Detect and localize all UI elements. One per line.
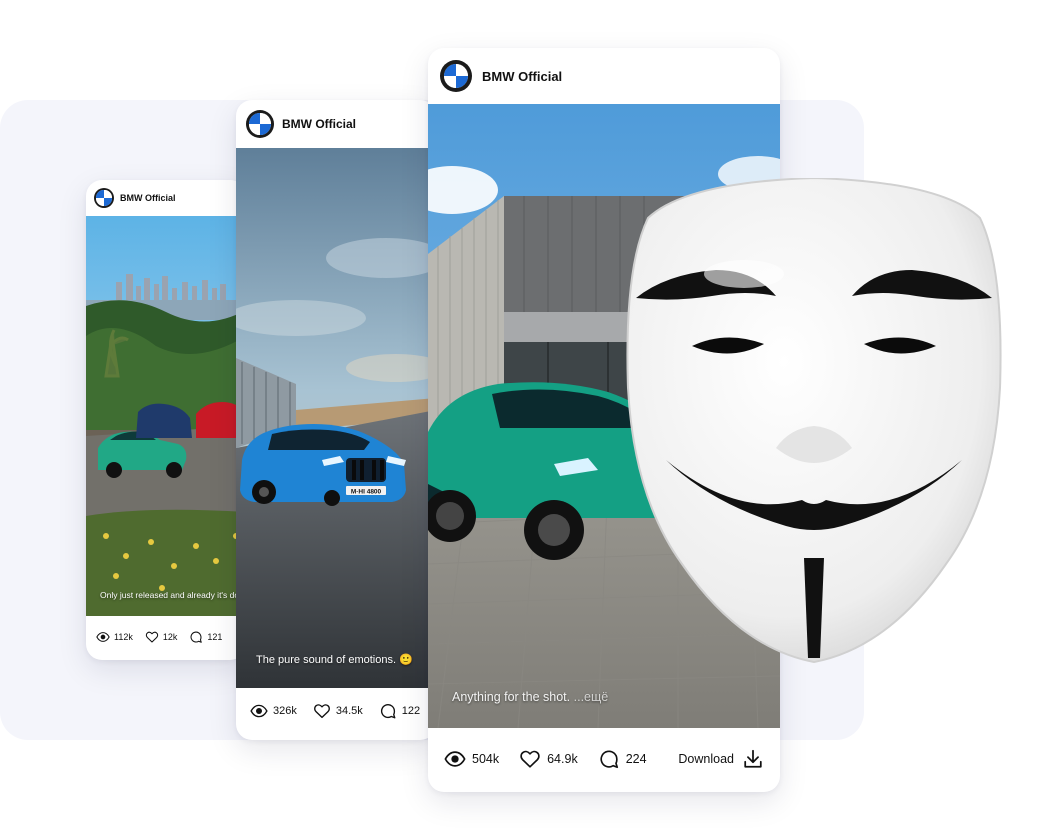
views-count: 326k [273, 705, 297, 717]
bmw-logo-avatar[interactable] [440, 60, 472, 92]
author-name[interactable]: BMW Official [120, 193, 176, 203]
views-count: 112k [114, 632, 133, 642]
post-caption: Anything for the shot. ...ещё [452, 690, 608, 704]
post-image: M·HI 4800 [236, 148, 436, 688]
author-name[interactable]: BMW Official [482, 69, 562, 84]
likes-stat[interactable]: 64.9k [519, 748, 578, 770]
views-stat: 504k [444, 748, 499, 770]
bmw-logo-avatar[interactable] [94, 188, 114, 208]
likes-count: 64.9k [547, 752, 578, 766]
post-stats: 326k 34.5k 122 [250, 702, 420, 720]
comment-icon[interactable] [189, 630, 203, 644]
heart-icon[interactable] [145, 630, 159, 644]
post-caption: Only just released and already it's dor [100, 590, 242, 600]
comment-icon[interactable] [598, 748, 620, 770]
post-image [86, 216, 246, 616]
anonymous-mask-icon [626, 178, 1002, 664]
download-button[interactable]: Download [678, 748, 764, 770]
comments-count: 122 [401, 705, 421, 717]
likes-stat[interactable]: 12k [145, 630, 178, 644]
license-plate: M·HI 4800 [351, 489, 382, 496]
post-caption-text: Anything for the shot. [452, 690, 571, 704]
post-header: BMW Official [428, 48, 780, 104]
post-header: BMW Official [86, 180, 246, 216]
heart-icon[interactable] [519, 748, 541, 770]
post-card-2[interactable]: BMW Official M·HI 4800 The pure sound of… [236, 100, 436, 740]
eye-icon [96, 632, 110, 642]
post-stats: 112k 12k 121 [96, 630, 222, 644]
likes-stat[interactable]: 34.5k [313, 702, 363, 720]
eye-icon [250, 704, 268, 718]
post-media[interactable]: Only just released and already it's dor [86, 216, 246, 616]
likes-count: 12k [162, 632, 178, 642]
comments-stat[interactable]: 122 [379, 702, 420, 720]
post-caption: The pure sound of emotions. 🙂 [256, 654, 413, 666]
views-stat: 326k [250, 702, 297, 720]
likes-count: 34.5k [335, 705, 363, 717]
eye-icon [444, 751, 466, 767]
comments-stat[interactable]: 224 [598, 748, 647, 770]
caption-more-link[interactable]: ...ещё [574, 690, 609, 704]
post-stats: 504k 64.9k 224 Download [444, 748, 764, 770]
post-media[interactable]: M·HI 4800 The pure sound of emotions. 🙂 [236, 148, 436, 688]
bmw-logo-avatar[interactable] [246, 110, 274, 138]
download-label: Download [678, 752, 734, 766]
post-header: BMW Official [236, 100, 436, 148]
author-name[interactable]: BMW Official [282, 117, 356, 131]
comments-stat[interactable]: 121 [189, 630, 222, 644]
views-stat: 112k [96, 630, 133, 644]
download-icon [744, 749, 762, 768]
comments-count: 121 [207, 632, 223, 642]
views-count: 504k [472, 752, 500, 766]
post-card-1[interactable]: BMW Official Only just released and alre… [86, 180, 246, 660]
comments-count: 224 [625, 752, 647, 766]
heart-icon[interactable] [313, 702, 331, 720]
comment-icon[interactable] [379, 702, 397, 720]
